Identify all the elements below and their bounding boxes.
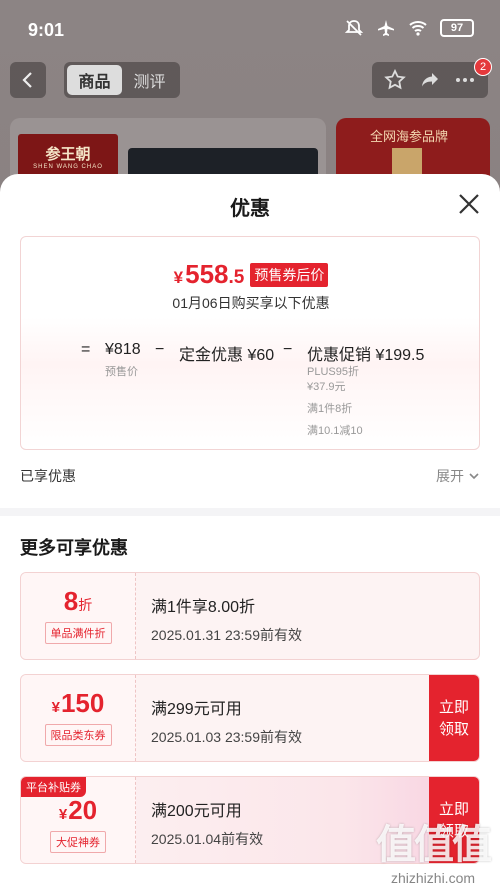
coupon-condition: 满299元可用: [151, 701, 242, 718]
coupon-type: 单品满件折: [44, 622, 112, 644]
coupon-details: 满200元可用 2025.01.04前有效: [151, 797, 263, 849]
banner-text: 全网海参品牌: [370, 129, 449, 144]
coupon-condition: 满1件享8.00折: [151, 599, 256, 616]
share-icon[interactable]: [419, 69, 441, 91]
deposit-discount: 定金优惠 ¥60: [179, 347, 275, 364]
promo-line-plus: PLUS95折: [307, 366, 359, 378]
top-nav: 商品 测评 2: [0, 58, 500, 98]
promo-discount: 优惠促销 ¥199.5: [307, 347, 425, 364]
coupon-validity: 2025.01.03 23:59前有效: [151, 729, 302, 745]
close-icon[interactable]: [458, 193, 480, 215]
back-button[interactable]: [10, 62, 46, 98]
chevron-left-icon: [22, 72, 32, 88]
coupon-value-area: ¥150 限品类东券: [21, 675, 136, 761]
tab-switcher: 商品 测评: [64, 62, 180, 98]
coupon-validity: 2025.01.31 23:59前有效: [151, 627, 302, 643]
brand-logo: 参王朝 SHEN WANG CHAO: [18, 134, 118, 178]
battery-icon: 97: [440, 19, 474, 37]
more-icon[interactable]: [454, 69, 476, 91]
discount-sheet: 优惠 ¥558.5 预售券后价 01月06日购买享以下优惠 = ¥818 预售价…: [0, 174, 500, 892]
coupon-card: 8折 单品满件折 满1件享8.00折 2025.01.31 23:59前有效: [20, 572, 480, 660]
base-price: ¥818: [105, 341, 141, 358]
status-icons: 97: [344, 18, 474, 38]
wifi-icon: [409, 21, 427, 36]
coupon-value-number: 150: [60, 688, 105, 718]
promo-line-plus-amount: ¥37.9元: [307, 381, 346, 393]
minus-sign-2: −: [283, 341, 293, 358]
more-discounts-title: 更多可享优惠: [20, 538, 128, 558]
coupon-type: 大促神券: [50, 831, 106, 853]
chevron-down-icon: [469, 473, 479, 480]
promo-line-full-piece: 满1件8折: [307, 403, 353, 415]
coupon-value: ¥20: [59, 797, 97, 823]
price-decimal: .5: [228, 267, 245, 288]
watermark-url: zhizhizhi.com: [390, 870, 476, 886]
status-time: 9:01: [28, 20, 65, 40]
mute-icon: [344, 20, 364, 36]
coupon-currency: ¥: [51, 699, 60, 716]
final-price-row: ¥558.5 预售券后价: [21, 259, 481, 290]
coupon-value-area: 8折 单品满件折: [21, 573, 136, 659]
claim-label-line1: 立即: [438, 698, 469, 716]
site-watermark: 值值值 zhizhizhi.com: [376, 812, 492, 886]
presale-tag: 预售券后价: [250, 263, 329, 287]
coupon-currency: ¥: [58, 806, 68, 823]
coupon-type: 限品类东券: [44, 724, 112, 746]
price-integer: 558: [185, 259, 229, 289]
watermark-logo: 值值值: [376, 823, 492, 867]
price-breakdown-card: ¥558.5 预售券后价 01月06日购买享以下优惠 = ¥818 预售价 − …: [20, 236, 480, 450]
coupon-value: ¥150: [52, 690, 105, 716]
coupon-condition: 满200元可用: [151, 803, 242, 820]
coupon-value-unit: 折: [78, 597, 93, 613]
claim-coupon-button[interactable]: 立即 领取: [429, 675, 479, 761]
airplane-icon: [378, 20, 394, 36]
sheet-title: 优惠: [230, 198, 270, 220]
minus-sign-1: −: [155, 341, 165, 358]
brand-sub: SHEN WANG CHAO: [33, 163, 103, 170]
enjoyed-discounts-row: 已享优惠 展开: [20, 466, 480, 486]
expand-button[interactable]: 展开: [436, 466, 480, 486]
action-pill: 2: [372, 58, 492, 98]
coupon-details: 满1件享8.00折 2025.01.31 23:59前有效: [151, 593, 302, 645]
enjoyed-label: 已享优惠: [20, 468, 76, 484]
price-currency: ¥: [173, 268, 184, 287]
message-badge: 2: [474, 58, 492, 76]
star-icon[interactable]: [384, 69, 407, 91]
coupon-details: 满299元可用 2025.01.03 23:59前有效: [151, 695, 302, 747]
coupon-value-number: 8: [63, 586, 79, 616]
equals-sign: =: [81, 341, 91, 358]
price-subtitle: 01月06日购买享以下优惠: [172, 295, 330, 311]
promo-line-full-reduce: 满10.1减10: [307, 425, 363, 437]
status-bar: 9:01 97: [0, 0, 500, 58]
tab-review[interactable]: 测评: [122, 65, 177, 95]
final-price: ¥558.5: [174, 259, 245, 290]
coupon-card: ¥150 限品类东券 满299元可用 2025.01.03 23:59前有效 立…: [20, 674, 480, 762]
coupon-value: 8折: [64, 588, 92, 614]
platform-subsidy-tag: 平台补贴券: [21, 777, 86, 797]
coupon-validity: 2025.01.04前有效: [151, 831, 264, 847]
base-price-label: 预售价: [105, 366, 138, 378]
expand-label: 展开: [436, 468, 464, 484]
claim-label-line2: 领取: [438, 721, 469, 738]
section-divider: [0, 508, 500, 516]
tab-product[interactable]: 商品: [67, 65, 122, 95]
brand-name: 参王朝: [45, 145, 91, 163]
coupon-value-number: 20: [68, 795, 98, 825]
